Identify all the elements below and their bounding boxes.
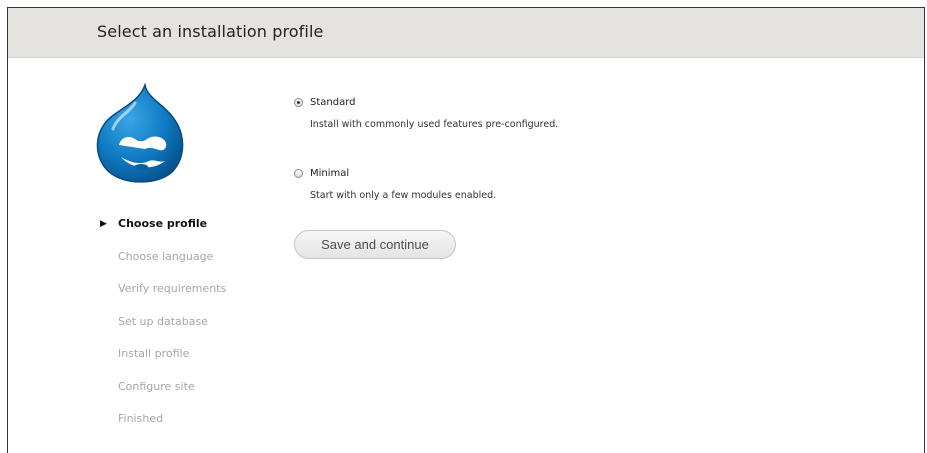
step-label: Finished bbox=[118, 412, 164, 425]
step-choose-language: Choose language bbox=[99, 249, 226, 282]
page-title: Select an installation profile bbox=[97, 22, 324, 41]
step-label: Configure site bbox=[118, 379, 195, 393]
step-label: Set up database bbox=[118, 314, 209, 328]
page-header: Select an installation profile bbox=[8, 8, 924, 58]
step-set-up-database: Set up database bbox=[99, 314, 226, 347]
step-label: Choose language bbox=[118, 249, 214, 263]
minimal-description: Start with only a few modules enabled. bbox=[310, 190, 497, 201]
drupal-logo bbox=[96, 83, 184, 183]
install-steps: ▶ Choose profile Choose language Verify … bbox=[99, 216, 226, 444]
standard-label[interactable]: Standard bbox=[310, 96, 356, 109]
minimal-radio[interactable] bbox=[294, 169, 303, 178]
step-label: Verify requirements bbox=[118, 282, 227, 295]
step-configure-site: Configure site bbox=[99, 379, 226, 412]
step-label: Choose profile bbox=[118, 217, 208, 230]
step-finished: Finished bbox=[99, 411, 226, 444]
installer-window: Select an installation profile ▶ Choose … bbox=[7, 7, 925, 453]
standard-radio[interactable] bbox=[294, 98, 303, 107]
step-verify-requirements: Verify requirements bbox=[99, 281, 226, 314]
step-choose-profile: ▶ Choose profile bbox=[99, 216, 226, 249]
standard-description: Install with commonly used features pre-… bbox=[310, 119, 559, 130]
minimal-label[interactable]: Minimal bbox=[310, 167, 349, 180]
step-install-profile: Install profile bbox=[99, 346, 226, 379]
save-and-continue-button[interactable]: Save and continue bbox=[294, 230, 456, 259]
step-label: Install profile bbox=[118, 347, 190, 360]
triangle-right-icon: ▶ bbox=[100, 219, 107, 229]
